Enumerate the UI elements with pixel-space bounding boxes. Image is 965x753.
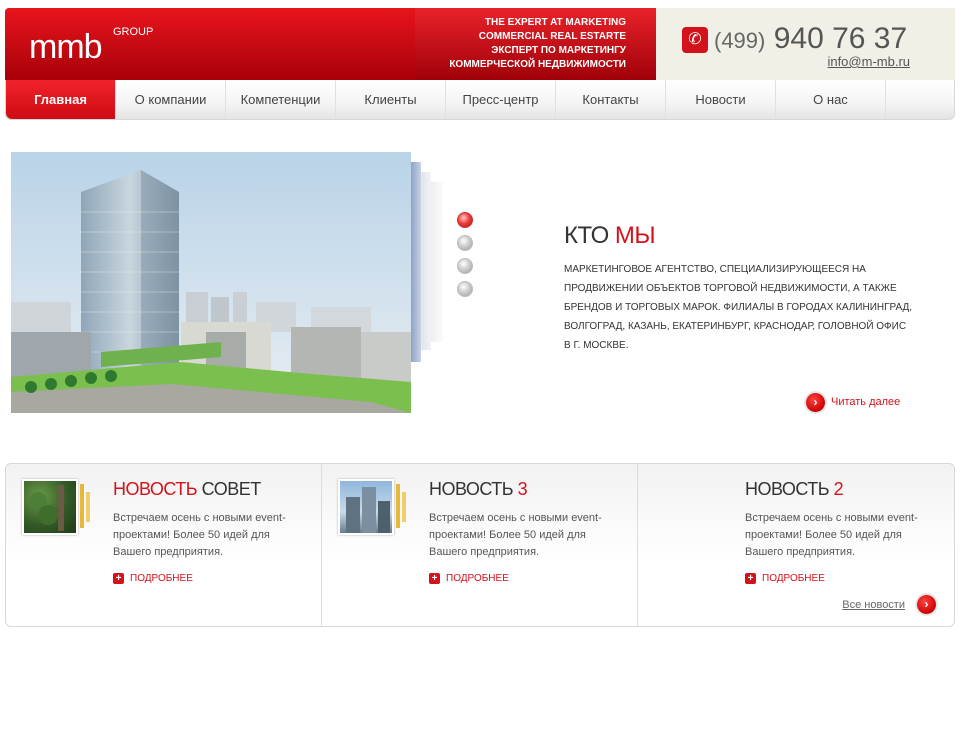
who-title-plain: КТО [564,222,609,249]
tagline-line: ЭКСПЕРТ ПО МАРКЕТИНГУ [491,45,626,56]
nav-item-contacts[interactable]: Контакты [556,80,666,119]
slide-dot-4[interactable] [457,281,473,297]
arrow-right-icon: › [806,392,825,412]
header-contact: ✆ (499) 940 76 37 info@m-mb.ru [656,8,955,80]
buildings-image [346,487,390,533]
news-more-label: ПОДРОБНЕЕ [762,573,825,584]
who-we-are-title: КТО МЫ [564,222,656,250]
news-title[interactable]: НОВОСТЬ СОВЕТ [113,479,261,500]
news-title[interactable]: НОВОСТЬ 3 [429,479,528,500]
phone-icon: ✆ [682,27,708,53]
who-we-are-text: Маркетинговое агентство, специализирующе… [564,264,913,351]
logo-suffix: GROUP [113,26,154,38]
slide-preview-edge [431,182,443,342]
nav-item-about-company[interactable]: О компании [116,80,226,119]
nav-item-press-center[interactable]: Пресс-центр [446,80,556,119]
news-body: Встречаем осень с новыми event-проектами… [429,512,602,558]
plus-icon: + [429,573,440,584]
news-title-accent: 3 [517,479,528,499]
news-title-plain: НОВОСТЬ [745,479,834,499]
tagline-line: КОММЕРЧЕСКОЙ НЕДВИЖИМОСТИ [449,59,626,70]
phone-digits: 940 76 37 [773,22,908,55]
slide-dot-1[interactable] [457,212,473,228]
header-banner: mmb GROUP THE EXPERT AT MARKETING COMMER… [5,8,656,80]
all-news-label: Все новости [842,598,905,611]
nav-item-home[interactable]: Главная [6,80,116,119]
tagline-line: COMMERCIAL REAL ESTARTE [478,31,626,42]
building-illustration [11,152,411,413]
news-item: НОВОСТЬ 2 Встречаем осень с новыми event… [638,464,954,626]
news-more-link[interactable]: + ПОДРОБНЕЕ [429,573,509,584]
read-more-label: Читать далее [831,396,901,408]
news-title-accent: НОВОСТЬ [113,479,198,499]
news-more-label: ПОДРОБНЕЕ [130,573,193,584]
who-title-accent: МЫ [614,222,656,249]
forest-image [29,485,64,531]
news-title[interactable]: НОВОСТЬ 2 [745,479,844,500]
plus-icon: + [745,573,756,584]
email-link[interactable]: info@m-mb.ru [827,54,910,69]
nav-item-about-us[interactable]: О нас [776,80,886,119]
slide-dot-3[interactable] [457,258,473,274]
slide-dot-2[interactable] [457,235,473,251]
news-item: НОВОСТЬ СОВЕТ Встречаем осень с новыми e… [6,464,322,626]
news-more-link[interactable]: + ПОДРОБНЕЕ [113,573,193,584]
news-body: Встречаем осень с новыми event-проектами… [113,512,286,558]
news-thumbnail[interactable] [22,479,78,535]
nav-item-news[interactable]: Новости [666,80,776,119]
news-panel: НОВОСТЬ СОВЕТ Встречаем осень с новыми e… [5,463,955,627]
slide-preview-edge [411,162,421,362]
tagline-line: THE EXPERT AT MARKETING [484,17,626,28]
news-title-plain: СОВЕТ [197,479,262,499]
plus-icon: + [113,573,124,584]
slide-preview-edge [421,172,431,350]
main-nav: Главная О компании Компетенции Клиенты П… [5,80,955,120]
phone-code: (499) [714,28,766,53]
all-news-link[interactable]: Все новости › [842,595,936,614]
read-more-link[interactable]: › Читать далее [806,392,900,412]
news-more-link[interactable]: + ПОДРОБНЕЕ [745,573,825,584]
tagline: THE EXPERT AT MARKETING COMMERCIAL REAL … [449,16,626,72]
news-item: НОВОСТЬ 3 Встречаем осень с новыми event… [322,464,638,626]
nav-item-competencies[interactable]: Компетенции [226,80,336,119]
news-body: Встречаем осень с новыми event-проектами… [745,512,918,558]
phone-number: (499) 940 76 37 [714,22,907,56]
news-title-plain: НОВОСТЬ [429,479,518,499]
arrow-right-icon: › [917,595,936,614]
news-title-accent: 2 [833,479,844,499]
logo[interactable]: mmb [29,28,103,67]
news-more-label: ПОДРОБНЕЕ [446,573,509,584]
nav-item-clients[interactable]: Клиенты [336,80,446,119]
news-thumbnail[interactable] [338,479,394,535]
hero-slide-image[interactable] [11,152,411,413]
